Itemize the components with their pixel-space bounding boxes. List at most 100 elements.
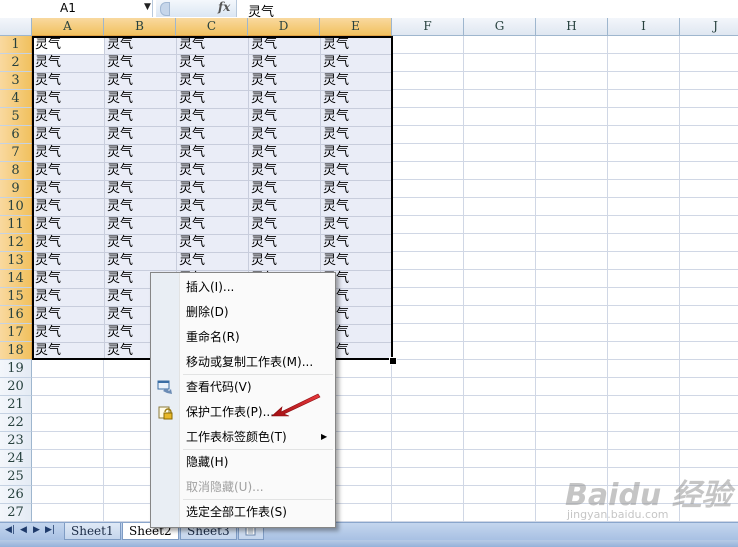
cell-e12[interactable]: 灵气 xyxy=(320,234,392,252)
sheet-tab-sheet1[interactable]: Sheet1 xyxy=(64,523,121,540)
menu-item-move-or-copy[interactable]: 移动或复制工作表(M)... xyxy=(151,351,335,373)
menu-item-delete[interactable]: 删除(D) xyxy=(151,301,335,323)
cell-c6[interactable]: 灵气 xyxy=(176,126,248,144)
cell-b2[interactable]: 灵气 xyxy=(104,54,176,72)
cell-e6[interactable]: 灵气 xyxy=(320,126,392,144)
row-header-21[interactable]: 21 xyxy=(0,396,32,414)
cell-e5[interactable]: 灵气 xyxy=(320,108,392,126)
cell-d7[interactable]: 灵气 xyxy=(248,144,320,162)
next-sheet-icon[interactable]: ▶︎ xyxy=(33,525,40,535)
cell-b7[interactable]: 灵气 xyxy=(104,144,176,162)
last-sheet-icon[interactable]: ▶︎| xyxy=(45,525,55,535)
row-header-26[interactable]: 26 xyxy=(0,486,32,504)
column-header-f[interactable]: F xyxy=(392,18,464,36)
cell-a18[interactable]: 灵气 xyxy=(32,342,104,360)
cell-b6[interactable]: 灵气 xyxy=(104,126,176,144)
row-header-1[interactable]: 1 xyxy=(0,36,32,54)
row-header-23[interactable]: 23 xyxy=(0,432,32,450)
row-header-15[interactable]: 15 xyxy=(0,288,32,306)
cell-c9[interactable]: 灵气 xyxy=(176,180,248,198)
row-header-22[interactable]: 22 xyxy=(0,414,32,432)
cell-c3[interactable]: 灵气 xyxy=(176,72,248,90)
row-header-7[interactable]: 7 xyxy=(0,144,32,162)
row-header-18[interactable]: 18 xyxy=(0,342,32,360)
formula-bar-resize-handle[interactable] xyxy=(160,2,170,16)
column-header-b[interactable]: B xyxy=(104,18,176,36)
cell-a7[interactable]: 灵气 xyxy=(32,144,104,162)
cell-d11[interactable]: 灵气 xyxy=(248,216,320,234)
cell-b4[interactable]: 灵气 xyxy=(104,90,176,108)
cell-b5[interactable]: 灵气 xyxy=(104,108,176,126)
row-header-10[interactable]: 10 xyxy=(0,198,32,216)
cell-d3[interactable]: 灵气 xyxy=(248,72,320,90)
column-header-h[interactable]: H xyxy=(536,18,608,36)
cell-d9[interactable]: 灵气 xyxy=(248,180,320,198)
row-header-25[interactable]: 25 xyxy=(0,468,32,486)
row-header-3[interactable]: 3 xyxy=(0,72,32,90)
select-all-corner[interactable] xyxy=(0,18,32,36)
first-sheet-icon[interactable]: ◀︎| xyxy=(5,525,15,535)
cell-b13[interactable]: 灵气 xyxy=(104,252,176,270)
cell-c13[interactable]: 灵气 xyxy=(176,252,248,270)
cell-a9[interactable]: 灵气 xyxy=(32,180,104,198)
cell-c5[interactable]: 灵气 xyxy=(176,108,248,126)
cell-a5[interactable]: 灵气 xyxy=(32,108,104,126)
row-header-14[interactable]: 14 xyxy=(0,270,32,288)
column-header-d[interactable]: D xyxy=(248,18,320,36)
cell-c2[interactable]: 灵气 xyxy=(176,54,248,72)
cell-d12[interactable]: 灵气 xyxy=(248,234,320,252)
row-header-5[interactable]: 5 xyxy=(0,108,32,126)
fill-handle[interactable] xyxy=(389,357,397,365)
insert-function-icon[interactable]: fx xyxy=(218,0,230,14)
cell-a10[interactable]: 灵气 xyxy=(32,198,104,216)
cell-a4[interactable]: 灵气 xyxy=(32,90,104,108)
menu-item-select-all-sheets[interactable]: 选定全部工作表(S) xyxy=(151,501,335,523)
cell-a15[interactable]: 灵气 xyxy=(32,288,104,306)
cell-e3[interactable]: 灵气 xyxy=(320,72,392,90)
cell-c10[interactable]: 灵气 xyxy=(176,198,248,216)
cell-b1[interactable]: 灵气 xyxy=(104,36,176,54)
cell-a14[interactable]: 灵气 xyxy=(32,270,104,288)
cell-e2[interactable]: 灵气 xyxy=(320,54,392,72)
row-header-24[interactable]: 24 xyxy=(0,450,32,468)
cell-a17[interactable]: 灵气 xyxy=(32,324,104,342)
cell-d5[interactable]: 灵气 xyxy=(248,108,320,126)
column-header-a[interactable]: A xyxy=(32,18,104,36)
row-header-11[interactable]: 11 xyxy=(0,216,32,234)
cell-c12[interactable]: 灵气 xyxy=(176,234,248,252)
cell-a2[interactable]: 灵气 xyxy=(32,54,104,72)
cell-c11[interactable]: 灵气 xyxy=(176,216,248,234)
cell-b10[interactable]: 灵气 xyxy=(104,198,176,216)
cell-c7[interactable]: 灵气 xyxy=(176,144,248,162)
cell-d8[interactable]: 灵气 xyxy=(248,162,320,180)
menu-item-tab-color[interactable]: 工作表标签颜色(T) ▶ xyxy=(151,426,335,448)
menu-item-insert[interactable]: 插入(I)... xyxy=(151,276,335,298)
row-header-4[interactable]: 4 xyxy=(0,90,32,108)
cell-d2[interactable]: 灵气 xyxy=(248,54,320,72)
cell-a1[interactable]: 灵气 xyxy=(32,36,104,54)
cell-d1[interactable]: 灵气 xyxy=(248,36,320,54)
cell-a11[interactable]: 灵气 xyxy=(32,216,104,234)
row-header-13[interactable]: 13 xyxy=(0,252,32,270)
cell-d13[interactable]: 灵气 xyxy=(248,252,320,270)
cell-d6[interactable]: 灵气 xyxy=(248,126,320,144)
name-box-dropdown-icon[interactable]: ▼ xyxy=(144,2,151,12)
cell-d4[interactable]: 灵气 xyxy=(248,90,320,108)
cell-a3[interactable]: 灵气 xyxy=(32,72,104,90)
menu-item-unhide[interactable]: 取消隐藏(U)... xyxy=(151,476,335,498)
cell-a6[interactable]: 灵气 xyxy=(32,126,104,144)
row-header-19[interactable]: 19 xyxy=(0,360,32,378)
cell-e4[interactable]: 灵气 xyxy=(320,90,392,108)
cell-e13[interactable]: 灵气 xyxy=(320,252,392,270)
column-header-e[interactable]: E xyxy=(320,18,392,36)
cell-e1[interactable]: 灵气 xyxy=(320,36,392,54)
row-header-2[interactable]: 2 xyxy=(0,54,32,72)
cell-e11[interactable]: 灵气 xyxy=(320,216,392,234)
cell-a13[interactable]: 灵气 xyxy=(32,252,104,270)
cell-c8[interactable]: 灵气 xyxy=(176,162,248,180)
cell-e10[interactable]: 灵气 xyxy=(320,198,392,216)
row-header-12[interactable]: 12 xyxy=(0,234,32,252)
cell-a12[interactable]: 灵气 xyxy=(32,234,104,252)
row-header-17[interactable]: 17 xyxy=(0,324,32,342)
column-header-i[interactable]: I xyxy=(608,18,680,36)
